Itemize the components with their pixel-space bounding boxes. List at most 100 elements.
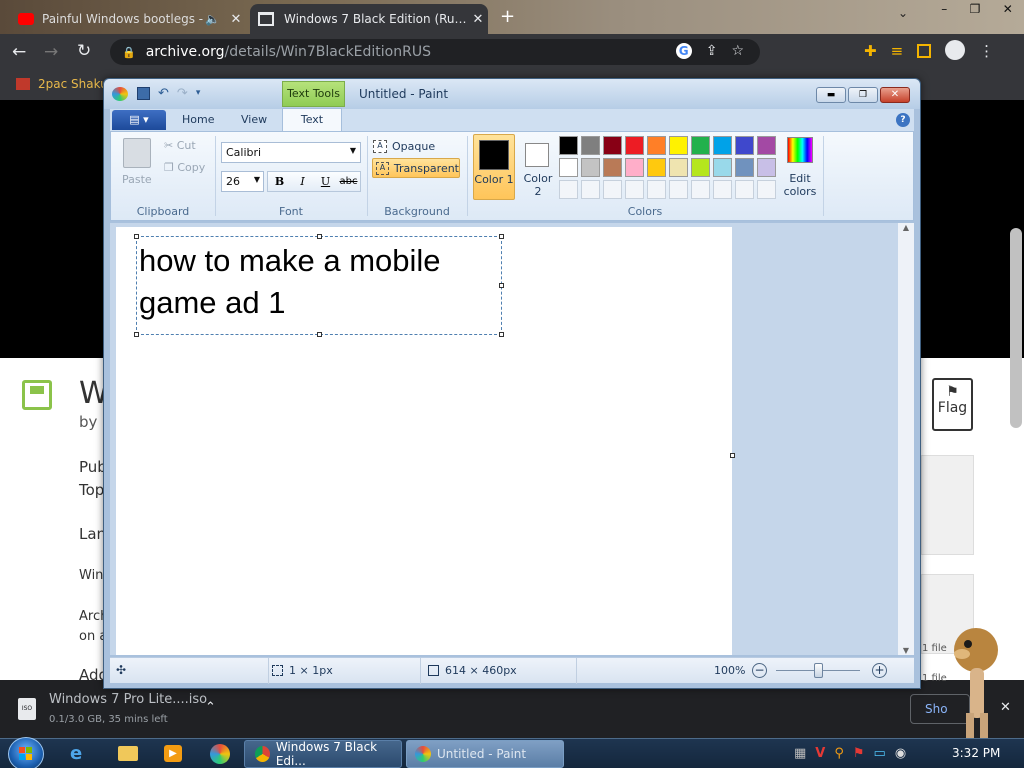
palette-swatch[interactable] <box>647 158 666 177</box>
palette-swatch[interactable] <box>757 136 776 155</box>
palette-swatch[interactable] <box>691 136 710 155</box>
close-icon[interactable]: ✕ <box>468 12 488 27</box>
menu-icon[interactable]: ⋮ <box>979 42 994 60</box>
zoom-in-button[interactable]: + <box>872 663 887 678</box>
palette-swatch[interactable] <box>559 136 578 155</box>
paint-app-icon[interactable] <box>112 87 128 101</box>
palette-swatch[interactable] <box>691 158 710 177</box>
profile-icon[interactable] <box>945 40 966 60</box>
custom-color-slot[interactable] <box>713 180 732 199</box>
new-tab-icon[interactable]: + <box>500 6 515 27</box>
underline-button[interactable]: U <box>314 172 337 191</box>
sidepanel-icon[interactable] <box>917 44 932 58</box>
transparent-option[interactable]: A Transparent <box>372 158 460 178</box>
share-icon[interactable]: ⇪ <box>706 43 718 59</box>
canvas-resize-handle[interactable] <box>730 453 735 458</box>
zoom-slider-thumb[interactable] <box>814 663 823 678</box>
tab-archive[interactable]: Windows 7 Black Edition (Russian ✕ <box>250 4 488 34</box>
maximize-button[interactable]: ❐ <box>848 87 878 103</box>
edit-colors-button[interactable]: Edit colors <box>783 134 817 200</box>
redo-icon[interactable]: ↷ <box>177 86 188 101</box>
download-filename[interactable]: Windows 7 Pro Lite....iso <box>49 692 207 707</box>
bookmark-2pac[interactable]: 2pac Shakur <box>38 77 113 91</box>
copy-button[interactable]: ❐ Copy <box>164 161 205 174</box>
tab-youtube[interactable]: Painful Windows bootlegs - 🔈 ✕ <box>10 4 246 34</box>
resize-handle[interactable] <box>499 332 504 337</box>
canvas[interactable]: how to make a mobile game ad 1 <box>116 227 732 655</box>
resize-handle[interactable] <box>317 234 322 239</box>
internet-explorer-icon[interactable]: e <box>70 743 82 764</box>
undo-icon[interactable]: ↶ <box>158 86 169 101</box>
star-icon[interactable]: ☆ <box>731 43 744 59</box>
reload-icon[interactable]: ↻ <box>77 41 91 61</box>
palette-swatch[interactable] <box>581 158 600 177</box>
chevron-up-icon[interactable]: ⌃ <box>205 700 216 715</box>
search-tray-icon[interactable]: ⚲ <box>834 746 844 761</box>
custom-color-slot[interactable] <box>625 180 644 199</box>
chevron-down-icon[interactable]: ⌄ <box>898 6 908 20</box>
mute-icon[interactable]: 🔈 <box>205 12 220 26</box>
resize-handle[interactable] <box>499 234 504 239</box>
custom-color-slot[interactable] <box>691 180 710 199</box>
google-icon[interactable]: G <box>675 43 692 59</box>
taskbar-item-chrome[interactable]: Windows 7 Black Edi... <box>244 740 402 768</box>
palette-swatch[interactable] <box>669 136 688 155</box>
custom-color-slot[interactable] <box>647 180 666 199</box>
close-button[interactable]: ✕ <box>880 87 910 103</box>
palette-swatch[interactable] <box>735 136 754 155</box>
color1-button[interactable]: Color 1 <box>473 134 515 200</box>
resize-handle[interactable] <box>499 283 504 288</box>
address-bar[interactable]: 🔒 archive.org/details/Win7BlackEditionRU… <box>110 39 760 65</box>
customize-toolbar-icon[interactable]: ▾ <box>196 88 201 98</box>
maximize-icon[interactable]: ❐ <box>970 2 981 16</box>
close-icon[interactable]: ✕ <box>1003 2 1013 16</box>
paste-icon[interactable] <box>123 138 151 168</box>
palette-swatch[interactable] <box>713 136 732 155</box>
palette-swatch[interactable] <box>581 136 600 155</box>
custom-color-slot[interactable] <box>603 180 622 199</box>
palette-swatch[interactable] <box>757 158 776 177</box>
puzzle-icon[interactable]: ✚ <box>864 42 877 60</box>
palette-swatch[interactable] <box>603 158 622 177</box>
antivirus-icon[interactable]: V <box>815 746 825 761</box>
color2-button[interactable]: Color 2 <box>519 134 557 200</box>
tab-text[interactable]: Text <box>282 108 342 131</box>
flag-tray-icon[interactable]: ⚑ <box>853 746 865 761</box>
palette-swatch[interactable] <box>559 158 578 177</box>
palette-swatch[interactable] <box>669 158 688 177</box>
zoom-out-button[interactable]: − <box>752 663 767 678</box>
resize-handle[interactable] <box>317 332 322 337</box>
palette-swatch[interactable] <box>735 158 754 177</box>
clock[interactable]: 3:32 PM <box>952 746 1000 760</box>
custom-color-slot[interactable] <box>581 180 600 199</box>
volume-icon[interactable]: ◉ <box>895 746 906 761</box>
palette-swatch[interactable] <box>713 158 732 177</box>
explorer-folder-icon[interactable] <box>118 746 138 761</box>
resize-handle[interactable] <box>134 332 139 337</box>
media-icon[interactable]: ≡ <box>891 42 904 60</box>
palette-swatch[interactable] <box>647 136 666 155</box>
help-icon[interactable]: ? <box>896 113 910 127</box>
network-icon[interactable]: ▭ <box>874 746 886 761</box>
font-family-select[interactable]: Calibri ▼ <box>221 142 361 163</box>
close-icon[interactable]: ✕ <box>226 12 246 27</box>
italic-button[interactable]: I <box>291 172 314 191</box>
paste-button[interactable]: Paste <box>122 173 152 186</box>
minimize-icon[interactable]: – <box>941 2 947 16</box>
cut-button[interactable]: ✂ Cut <box>164 139 196 152</box>
custom-color-slot[interactable] <box>735 180 754 199</box>
media-player-icon[interactable]: ▶ <box>164 745 182 762</box>
start-button[interactable] <box>8 737 44 768</box>
vertical-scrollbar[interactable]: ▲ ▼ <box>898 223 914 655</box>
tab-home[interactable]: Home <box>182 113 214 126</box>
custom-color-slot[interactable] <box>559 180 578 199</box>
tab-view[interactable]: View <box>241 113 267 126</box>
text-box[interactable]: how to make a mobile game ad 1 <box>134 234 504 337</box>
back-icon[interactable]: ← <box>12 42 26 62</box>
palette-swatch[interactable] <box>625 158 644 177</box>
forward-icon[interactable]: → <box>44 42 58 62</box>
resize-handle[interactable] <box>134 234 139 239</box>
font-size-select[interactable]: 26 ▼ <box>221 171 264 192</box>
palette-swatch[interactable] <box>603 136 622 155</box>
custom-color-slot[interactable] <box>669 180 688 199</box>
